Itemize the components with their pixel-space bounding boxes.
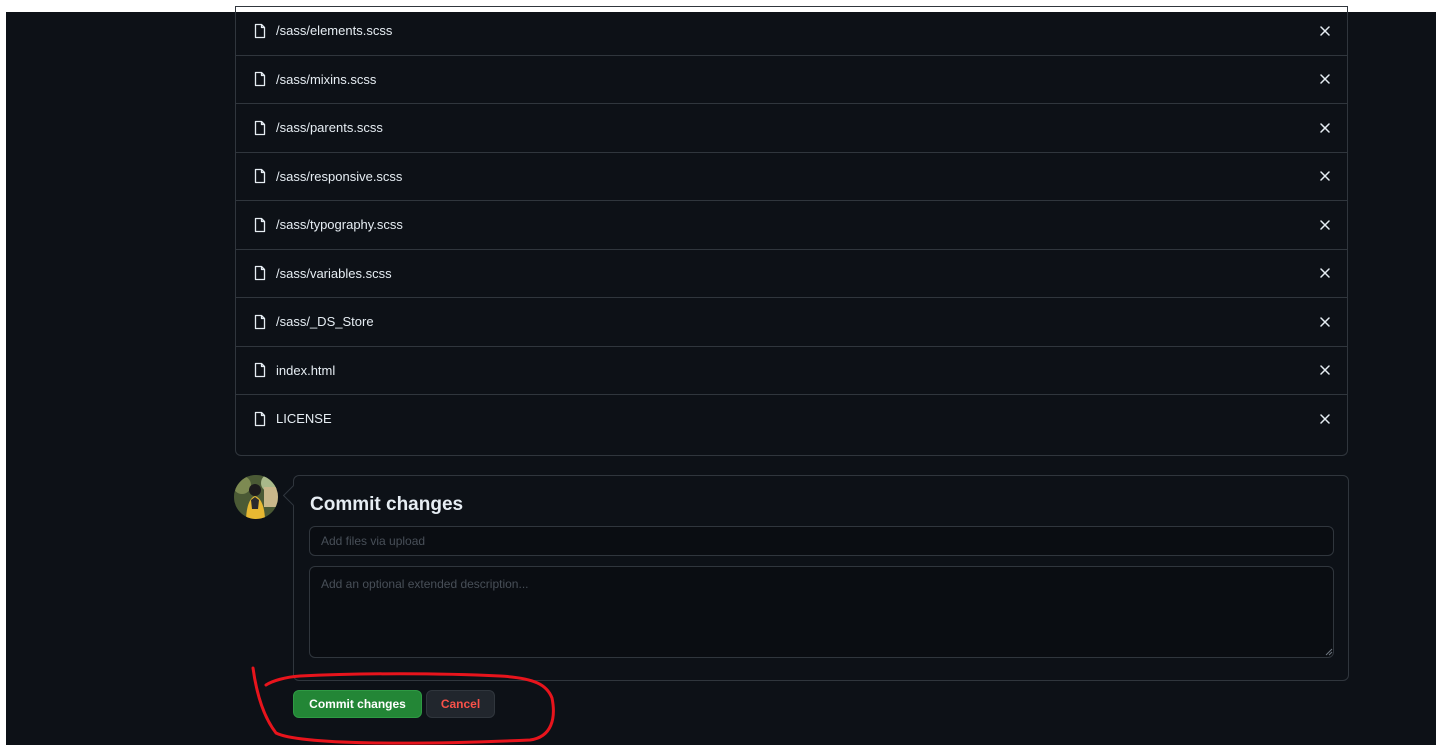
file-row: LICENSE — [236, 394, 1347, 443]
file-icon — [252, 71, 268, 87]
file-row: /sass/mixins.scss — [236, 54, 1347, 104]
remove-file-close-icon[interactable] — [1317, 23, 1333, 39]
file-icon — [252, 23, 268, 39]
file-icon — [252, 120, 268, 136]
file-row: index.html — [236, 345, 1347, 395]
file-icon — [252, 314, 268, 330]
file-icon — [252, 217, 268, 233]
commit-title: Commit changes — [310, 494, 464, 515]
file-name: /sass/mixins.scss — [276, 71, 377, 87]
remove-file-close-icon[interactable] — [1317, 362, 1333, 378]
file-row: /sass/responsive.scss — [236, 151, 1347, 201]
window-left-edge — [0, 12, 6, 745]
file-icon — [252, 265, 268, 281]
remove-file-close-icon[interactable] — [1317, 411, 1333, 427]
file-icon — [252, 168, 268, 184]
file-icon — [252, 362, 268, 378]
file-name: /sass/responsive.scss — [276, 168, 403, 184]
file-row: /sass/parents.scss — [236, 103, 1347, 152]
remove-file-close-icon[interactable] — [1317, 314, 1333, 330]
user-avatar[interactable] — [234, 475, 278, 519]
avatar-image — [234, 475, 278, 519]
file-name: /sass/_DS_Store — [276, 314, 374, 330]
file-list: /sass/elements.scss/sass/mixins.scss/sas… — [235, 6, 1348, 456]
file-row: /sass/elements.scss — [236, 6, 1347, 55]
commit-description-input[interactable] — [309, 566, 1334, 658]
remove-file-close-icon[interactable] — [1317, 217, 1333, 233]
remove-file-close-icon[interactable] — [1317, 168, 1333, 184]
cancel-button[interactable]: Cancel — [426, 690, 495, 718]
remove-file-close-icon[interactable] — [1317, 71, 1333, 87]
file-name: /sass/typography.scss — [276, 217, 403, 233]
file-row: /sass/variables.scss — [236, 248, 1347, 298]
file-row: /sass/_DS_Store — [236, 297, 1347, 346]
resize-grip-icon[interactable] — [1325, 648, 1333, 656]
file-name: index.html — [276, 362, 336, 378]
file-name: /sass/elements.scss — [276, 23, 393, 39]
remove-file-close-icon[interactable] — [1317, 265, 1333, 281]
file-icon — [252, 411, 268, 427]
commit-changes-button[interactable]: Commit changes — [293, 690, 422, 718]
remove-file-close-icon[interactable] — [1317, 120, 1333, 136]
file-name: /sass/parents.scss — [276, 120, 383, 136]
commit-summary-input[interactable] — [309, 526, 1334, 556]
file-name: LICENSE — [276, 411, 332, 427]
file-row: /sass/typography.scss — [236, 200, 1347, 249]
file-name: /sass/variables.scss — [276, 265, 392, 281]
commit-form: Commit changes — [293, 475, 1349, 681]
